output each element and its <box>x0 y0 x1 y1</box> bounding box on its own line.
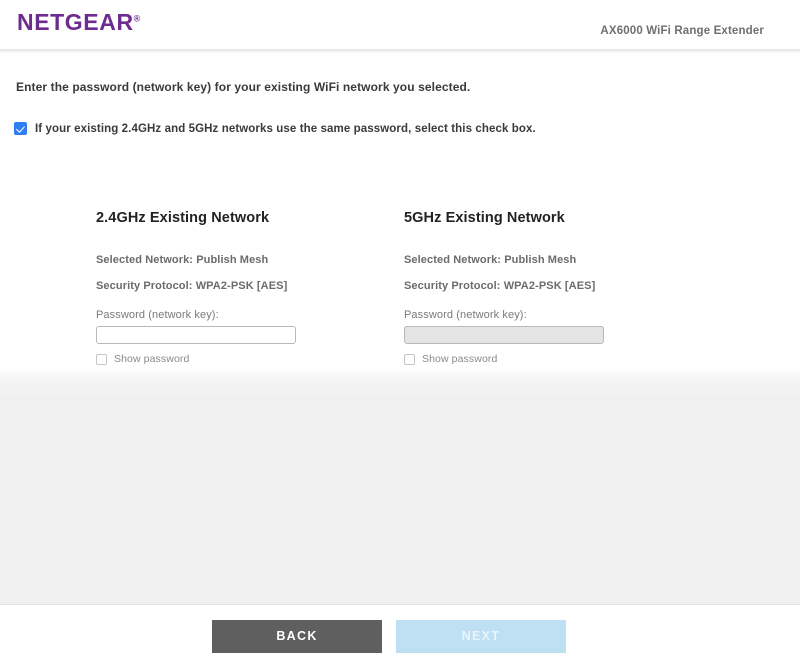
show-password-label-2-4ghz: Show password <box>114 353 190 365</box>
network-column-5ghz: 5GHz Existing Network Selected Network: … <box>404 210 704 365</box>
same-password-checkbox-row[interactable]: If your existing 2.4GHz and 5GHz network… <box>14 122 536 135</box>
page-header: NETGEAR® AX6000 WiFi Range Extender <box>0 0 800 50</box>
instruction-text: Enter the password (network key) for you… <box>16 80 471 94</box>
same-password-checkbox[interactable] <box>14 122 27 135</box>
show-password-label-5ghz: Show password <box>422 353 498 365</box>
product-name-label: AX6000 WiFi Range Extender <box>600 25 764 37</box>
network-title-5ghz: 5GHz Existing Network <box>404 210 565 226</box>
password-label-2-4ghz: Password (network key): <box>96 309 219 321</box>
show-password-checkbox-5ghz[interactable] <box>404 353 415 365</box>
password-input-2-4ghz[interactable] <box>96 326 296 344</box>
security-protocol-5ghz: Security Protocol: WPA2-PSK [AES] <box>404 280 596 292</box>
brand-wordmark: NETGEAR <box>17 9 134 35</box>
selected-network-5ghz: Selected Network: Publish Mesh <box>404 254 577 266</box>
show-password-checkbox-2-4ghz[interactable] <box>96 353 107 365</box>
registered-trademark-icon: ® <box>133 13 141 24</box>
network-title-2-4ghz: 2.4GHz Existing Network <box>96 210 270 226</box>
page-footer: BACK NEXT <box>0 606 800 659</box>
show-password-row-5ghz[interactable]: Show password <box>404 353 704 365</box>
next-button[interactable]: NEXT <box>396 620 566 653</box>
show-password-row-2-4ghz[interactable]: Show password <box>96 353 396 365</box>
security-protocol-2-4ghz: Security Protocol: WPA2-PSK [AES] <box>96 280 288 292</box>
password-input-5ghz <box>404 326 604 344</box>
back-button[interactable]: BACK <box>212 620 382 653</box>
selected-network-2-4ghz: Selected Network: Publish Mesh <box>96 254 269 266</box>
password-label-5ghz: Password (network key): <box>404 309 527 321</box>
same-password-label: If your existing 2.4GHz and 5GHz network… <box>35 122 536 135</box>
network-column-2-4ghz: 2.4GHz Existing Network Selected Network… <box>96 210 396 365</box>
netgear-setup-page: NETGEAR® AX6000 WiFi Range Extender Ente… <box>0 0 800 659</box>
netgear-logo: NETGEAR® <box>17 11 140 34</box>
content-panel: 2.4GHz Existing Network Selected Network… <box>0 150 800 605</box>
